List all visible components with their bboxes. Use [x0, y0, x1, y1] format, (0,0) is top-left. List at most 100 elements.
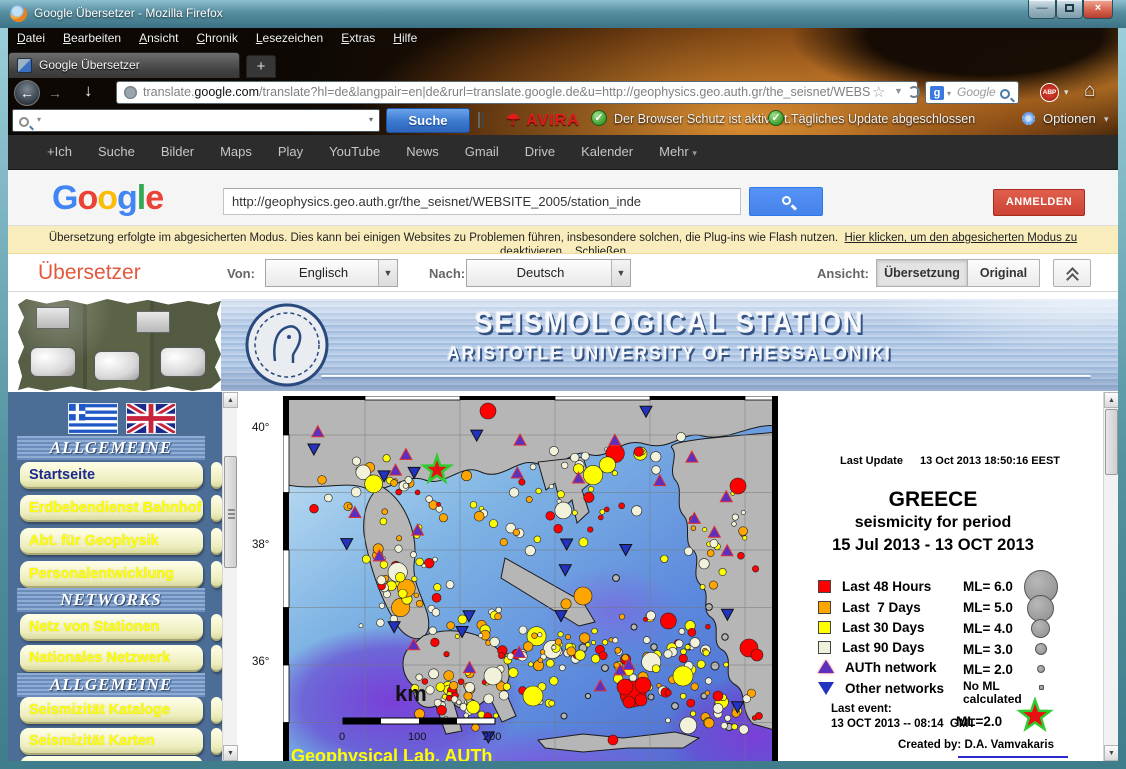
- minimize-button[interactable]: —: [1028, 0, 1056, 19]
- avira-search-button[interactable]: Suche: [386, 108, 470, 133]
- lat-label-36: 36°: [252, 656, 269, 668]
- sidebar-item-karten[interactable]: Seismizität Karten: [20, 728, 203, 755]
- translate-search-button[interactable]: [749, 187, 823, 216]
- urlbar-dropdown-icon[interactable]: ▼: [894, 86, 903, 96]
- gnav-kalender[interactable]: Kalender: [581, 144, 633, 159]
- main-scrollbar[interactable]: ▲ ▼: [1103, 392, 1118, 761]
- scroll-down-icon[interactable]: ▼: [223, 745, 238, 761]
- search-engine-dropdown-icon[interactable]: ▾: [947, 89, 951, 98]
- legend-swatch-30d: [818, 621, 831, 634]
- close-notice-link[interactable]: Schließen: [575, 246, 626, 254]
- legend-title: GREECE: [783, 488, 1083, 512]
- sidebar-item-sliver[interactable]: [211, 495, 222, 522]
- avira-search-input[interactable]: ▾ ▾: [12, 109, 380, 132]
- recorder-drum: [30, 347, 76, 377]
- sidebar-item-startseite[interactable]: Startseite: [20, 462, 203, 489]
- adblock-dropdown-icon[interactable]: ▾: [1064, 87, 1069, 98]
- avira-options-button[interactable]: Optionen: [1043, 111, 1096, 126]
- scrollbar-thumb[interactable]: [1105, 409, 1118, 475]
- gnav-mehr[interactable]: Mehr ▾: [659, 144, 697, 159]
- credit-email-clipped[interactable]: [958, 756, 1068, 758]
- sidebar-item-kataloge[interactable]: Seismizität Kataloge: [20, 697, 203, 724]
- sidebar-item-sliver[interactable]: [211, 528, 222, 555]
- from-language-select[interactable]: Englisch▼: [265, 259, 398, 287]
- home-icon[interactable]: ⌂: [1084, 80, 1095, 102]
- gnav-suche[interactable]: Suche: [98, 144, 135, 159]
- sidebar-item-sliver[interactable]: [211, 645, 222, 672]
- sidebar-frame: ALLGEMEINE Startseite Erdbebendienst Bah…: [8, 392, 222, 761]
- active-tab[interactable]: Google Übersetzer: [8, 52, 240, 78]
- gnav-gmail[interactable]: Gmail: [465, 144, 499, 159]
- gnav-ich[interactable]: +Ich: [47, 144, 72, 159]
- menu-chronik[interactable]: Chronik: [196, 31, 237, 45]
- search-icon[interactable]: [1000, 86, 1010, 104]
- gnav-drive[interactable]: Drive: [525, 144, 555, 159]
- greek-flag-icon[interactable]: [68, 403, 118, 434]
- maximize-button[interactable]: [1056, 0, 1083, 19]
- sidebar-item-sliver[interactable]: [211, 561, 222, 588]
- sidebar-item-clipped[interactable]: [20, 756, 203, 761]
- to-language-select[interactable]: Deutsch▼: [466, 259, 631, 287]
- avira-search-caret-icon[interactable]: ▾: [37, 115, 41, 124]
- sidebar-scrollbar[interactable]: ▲ ▼: [222, 392, 237, 761]
- sidebar-item-netz[interactable]: Netz von Stationen: [20, 614, 203, 641]
- browser-search-box[interactable]: g ▾ Google: [925, 81, 1019, 104]
- url-bar[interactable]: translate.google.com/translate?hl=de&lan…: [116, 81, 918, 104]
- toolbar-grip[interactable]: [478, 112, 484, 128]
- menu-ansicht[interactable]: Ansicht: [139, 31, 178, 45]
- signin-button[interactable]: ANMELDEN: [993, 189, 1085, 216]
- menu-datei[interactable]: Datei: [17, 31, 45, 45]
- legend-label-30d: Last 30 Days: [842, 620, 925, 635]
- uk-flag-icon[interactable]: [126, 403, 176, 434]
- scroll-up-icon[interactable]: ▲: [223, 392, 238, 408]
- menu-hilfe[interactable]: Hilfe: [393, 31, 417, 45]
- scroll-down-icon[interactable]: ▼: [1104, 745, 1118, 761]
- close-button[interactable]: ×: [1083, 0, 1113, 19]
- disable-sandbox-link[interactable]: Hier klicken, um den abgesicherten Modus…: [844, 232, 1077, 244]
- collapse-toolbar-button[interactable]: [1053, 259, 1091, 287]
- menu-bar: Datei Bearbeiten Ansicht Chronik Lesezeichen…: [8, 28, 1118, 50]
- scrollbar-thumb[interactable]: [224, 456, 237, 568]
- adblock-icon[interactable]: ABP: [1040, 83, 1059, 102]
- sidebar-item-geophysik[interactable]: Abt. für Geophysik: [20, 528, 203, 555]
- sidebar-item-sliver[interactable]: [211, 614, 222, 641]
- sidebar-item-national[interactable]: Nationales Netzwerk: [20, 645, 203, 672]
- gnav-bilder[interactable]: Bilder: [161, 144, 194, 159]
- sidebar-item-sliver[interactable]: [211, 728, 222, 755]
- menu-lesezeichen[interactable]: Lesezeichen: [256, 31, 323, 45]
- avira-field-dropdown-icon[interactable]: ▾: [369, 115, 373, 124]
- sidebar-item-sliver[interactable]: [211, 697, 222, 724]
- sidebar-item-personal[interactable]: Personalentwicklung: [20, 561, 203, 588]
- gnav-maps[interactable]: Maps: [220, 144, 252, 159]
- view-original-button[interactable]: Original: [968, 259, 1040, 287]
- avira-options-caret-icon[interactable]: ▾: [1104, 114, 1109, 125]
- avira-search-icon: [19, 117, 29, 127]
- gnav-youtube[interactable]: YouTube: [329, 144, 380, 159]
- sidebar-item-sliver[interactable]: [211, 462, 222, 489]
- url-input-field[interactable]: [223, 188, 741, 215]
- legend-swatch-90d: [818, 641, 831, 654]
- gnav-news[interactable]: News: [406, 144, 439, 159]
- browser-window: Google Übersetzer - Mozilla Firefox — × …: [0, 0, 1126, 769]
- firefox-icon: [10, 5, 27, 22]
- menu-extras[interactable]: Extras: [341, 31, 375, 45]
- reload-icon[interactable]: [908, 86, 920, 98]
- auth-network-triangle-icon: [818, 660, 834, 673]
- sidebar-item-erdbebendienst[interactable]: Erdbebendienst Bahnhof: [20, 495, 203, 522]
- translate-favicon: [17, 58, 32, 73]
- back-button[interactable]: ←: [14, 80, 40, 106]
- bookmark-star-icon[interactable]: ☆: [872, 83, 885, 101]
- disable-sandbox-link-2[interactable]: deaktivieren: [500, 246, 562, 254]
- lat-label-40: 40°: [252, 422, 269, 434]
- browser-chrome: Datei Bearbeiten Ansicht Chronik Lesezeichen…: [8, 28, 1118, 135]
- gnav-play[interactable]: Play: [278, 144, 303, 159]
- scroll-up-icon[interactable]: ▲: [1104, 392, 1118, 408]
- new-tab-button[interactable]: +: [246, 55, 276, 78]
- sidebar-header-allgemeine-1: ALLGEMEINE: [17, 436, 205, 460]
- seismicity-map[interactable]: km 0 100 200 Geophysical Lab. AUTh: [283, 396, 778, 761]
- menu-bearbeiten[interactable]: Bearbeiten: [63, 31, 121, 45]
- forward-button[interactable]: →: [48, 85, 62, 101]
- download-arrow-icon[interactable]: ↓: [84, 81, 93, 101]
- avira-umbrella-icon: ☂: [506, 112, 526, 129]
- view-translation-button[interactable]: Übersetzung: [876, 259, 968, 287]
